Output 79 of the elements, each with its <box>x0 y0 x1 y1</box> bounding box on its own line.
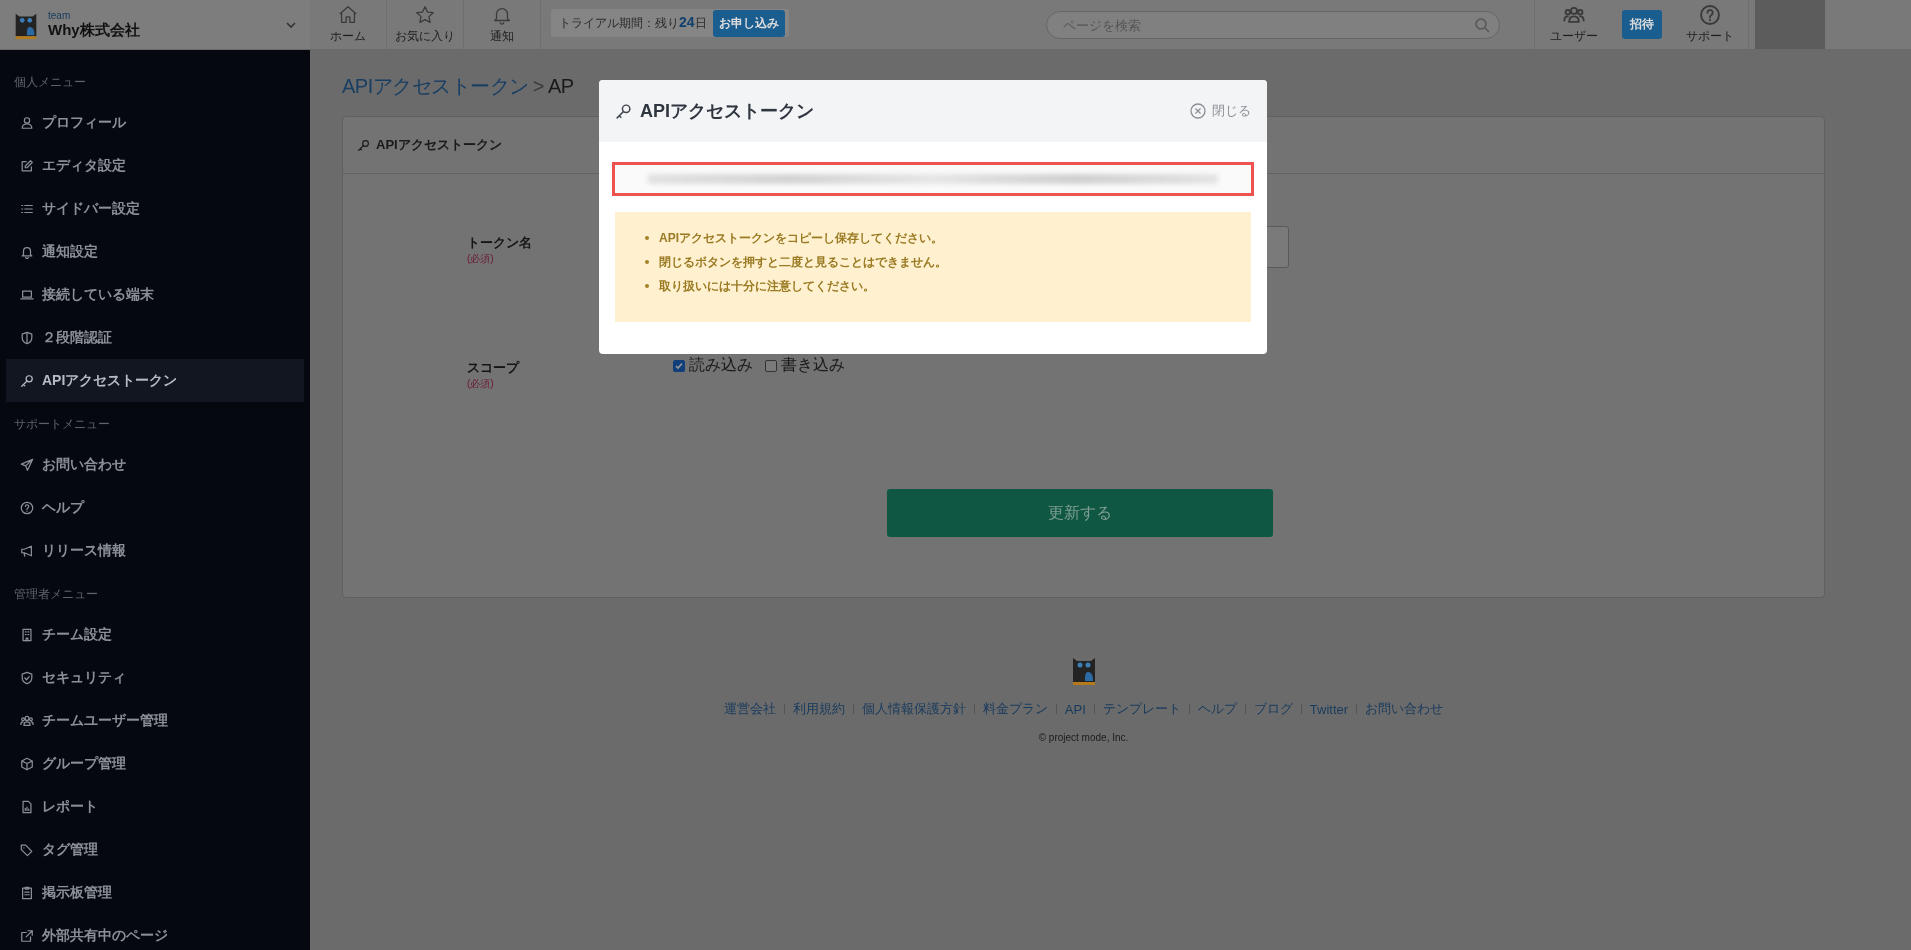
cube-icon <box>20 756 34 771</box>
building-icon <box>20 627 34 642</box>
shield-check-icon <box>20 670 34 685</box>
sidebar-section-title: 個人メニュー <box>13 74 87 91</box>
sidebar-item[interactable]: 通知設定 <box>6 230 304 273</box>
team-label: team <box>48 10 72 21</box>
users-button[interactable]: ユーザー <box>1535 0 1612 49</box>
sidebar-item[interactable]: セキュリティ <box>6 656 304 699</box>
close-icon <box>1190 103 1206 119</box>
nav-button[interactable]: ホーム <box>310 0 387 49</box>
bell-icon <box>20 244 34 259</box>
checkbox-label: 読み込み <box>689 355 753 375</box>
sidebar-section-title: 管理者メニュー <box>13 586 99 603</box>
sidebar-item[interactable]: お問い合わせ <box>6 443 304 486</box>
field-label: トークン名 <box>467 234 532 252</box>
sidebar-item[interactable]: 掲示板管理 <box>6 871 304 914</box>
token-field[interactable] <box>612 162 1254 196</box>
sidebar-item[interactable]: APIアクセストークン <box>6 359 304 402</box>
invite-button[interactable]: 招待 <box>1622 10 1662 39</box>
sidebar-item[interactable]: エディタ設定 <box>6 144 304 187</box>
sidebar-item[interactable]: サイドバー設定 <box>6 187 304 230</box>
document-icon <box>20 799 34 814</box>
apply-button[interactable]: お申し込み <box>712 9 785 37</box>
sidebar-item[interactable]: チーム設定 <box>6 613 304 656</box>
team-name: Why株式会社 <box>48 20 141 39</box>
required-note: (必須) <box>467 377 494 391</box>
checkbox[interactable] <box>673 359 685 372</box>
users-icon <box>20 713 34 728</box>
nav-button[interactable]: 通知 <box>464 0 541 49</box>
dialog-title: APIアクセストークン <box>640 100 814 123</box>
close-button[interactable]: 閉じる <box>1184 101 1257 121</box>
star-icon <box>414 4 436 26</box>
question-icon <box>1699 4 1721 26</box>
sidebar-item[interactable]: プロフィール <box>6 101 304 144</box>
checkbox-label: 書き込み <box>781 355 845 375</box>
key-icon <box>20 373 34 388</box>
field-label: スコープ <box>467 359 519 377</box>
sidebar-item[interactable]: 外部共有中のページ <box>6 914 304 950</box>
sidebar-item[interactable]: グループ管理 <box>6 742 304 785</box>
sidebar-item[interactable]: 接続している端末 <box>6 273 304 316</box>
required-note: (必須) <box>467 252 494 266</box>
shield-icon <box>20 330 34 345</box>
tag-icon <box>20 842 34 857</box>
sidebar-item[interactable]: チームユーザー管理 <box>6 699 304 742</box>
trial-remaining: トライアル期間：残り24日 <box>559 14 707 32</box>
bullet-icon <box>645 284 649 288</box>
key-icon <box>357 138 370 152</box>
user-icon <box>20 115 34 130</box>
sidebar-item[interactable]: ２段階認証 <box>6 316 304 359</box>
nav-button[interactable]: お気に入り <box>387 0 464 49</box>
megaphone-icon <box>20 543 34 558</box>
sidebar-section-title: サポートメニュー <box>13 416 111 433</box>
team-switcher[interactable]: team Why株式会社 <box>0 0 310 49</box>
bullet-icon <box>645 236 649 240</box>
external-link-icon <box>20 928 34 943</box>
laptop-icon <box>20 287 34 302</box>
update-button[interactable]: 更新する <box>887 489 1273 537</box>
support-button[interactable]: サポート <box>1672 0 1749 49</box>
warning-item: 閉じるボタンを押すと二度と見ることはできません。 <box>659 253 947 271</box>
sidebar-item[interactable]: レポート <box>6 785 304 828</box>
bullet-icon <box>645 260 649 264</box>
home-icon <box>337 4 359 26</box>
question-icon <box>20 500 34 515</box>
sidebar-item[interactable]: ヘルプ <box>6 486 304 529</box>
sidebar-item[interactable]: タグ管理 <box>6 828 304 871</box>
clipboard-icon <box>20 885 34 900</box>
key-icon <box>615 102 632 120</box>
card-title: APIアクセストークン <box>376 136 502 154</box>
pencil-icon <box>20 158 34 173</box>
breadcrumb-separator: > <box>532 74 544 98</box>
warning-item: APIアクセストークンをコピーし保存してください。 <box>659 229 943 247</box>
paper-plane-icon <box>20 457 34 472</box>
checkbox[interactable] <box>765 359 777 372</box>
sidebar-item[interactable]: リリース情報 <box>6 529 304 572</box>
breadcrumb-current: AP <box>547 74 574 98</box>
search-icon <box>1474 17 1490 33</box>
users-icon <box>1562 4 1585 26</box>
warning-item: 取り扱いには十分に注意してください。 <box>659 277 875 295</box>
copyright: © project mode, Inc. <box>1038 732 1129 743</box>
